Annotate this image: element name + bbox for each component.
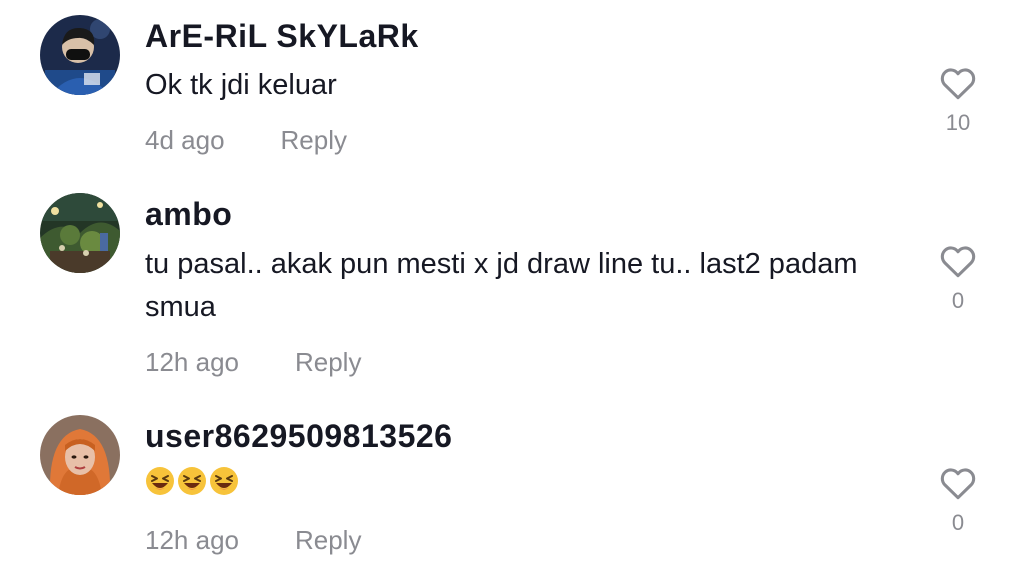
comment-text: Ok tk jdi keluar	[145, 69, 337, 101]
like-button[interactable]: 10	[926, 66, 990, 136]
comment-list: ArE-RiL SkYLaRk Ok tk jdi keluar 4d ago R…	[0, 0, 1028, 572]
comment-timestamp: 12h ago	[145, 525, 239, 555]
reply-button[interactable]: Reply	[281, 125, 347, 155]
like-button[interactable]: 0	[926, 244, 990, 314]
comment-timestamp: 12h ago	[145, 347, 239, 377]
reply-button[interactable]: Reply	[295, 525, 361, 555]
comment-username[interactable]: user8629509813526	[145, 418, 452, 455]
avatar-night-garden-icon	[40, 193, 120, 273]
comment-username[interactable]: ArE-RiL SkYLaRk	[145, 18, 419, 55]
comment-meta: 12h ago Reply	[145, 525, 361, 556]
heart-icon	[940, 68, 976, 100]
laughing-emoji-icon	[178, 467, 206, 495]
avatar-woman-orange-hijab-icon	[40, 415, 120, 495]
comment-text	[145, 464, 885, 496]
laughing-emoji-icon	[210, 467, 238, 495]
avatar[interactable]	[40, 415, 120, 495]
avatar[interactable]	[40, 193, 120, 273]
emoji-row	[145, 466, 885, 496]
comment-username[interactable]: ambo	[145, 196, 232, 233]
like-count: 0	[951, 288, 965, 313]
comment-meta: 4d ago Reply	[145, 125, 347, 156]
avatar-masked-man-icon	[40, 15, 120, 95]
comment-text: tu pasal.. akak pun mesti x jd draw line…	[145, 248, 858, 323]
comment-meta: 12h ago Reply	[145, 347, 361, 378]
heart-icon	[940, 246, 976, 278]
like-count: 10	[945, 110, 971, 135]
like-count: 0	[951, 510, 965, 535]
avatar[interactable]	[40, 15, 120, 95]
reply-button[interactable]: Reply	[295, 347, 361, 377]
heart-icon	[940, 468, 976, 500]
laughing-emoji-icon	[146, 467, 174, 495]
comment-timestamp: 4d ago	[145, 125, 225, 155]
like-button[interactable]: 0	[926, 466, 990, 536]
